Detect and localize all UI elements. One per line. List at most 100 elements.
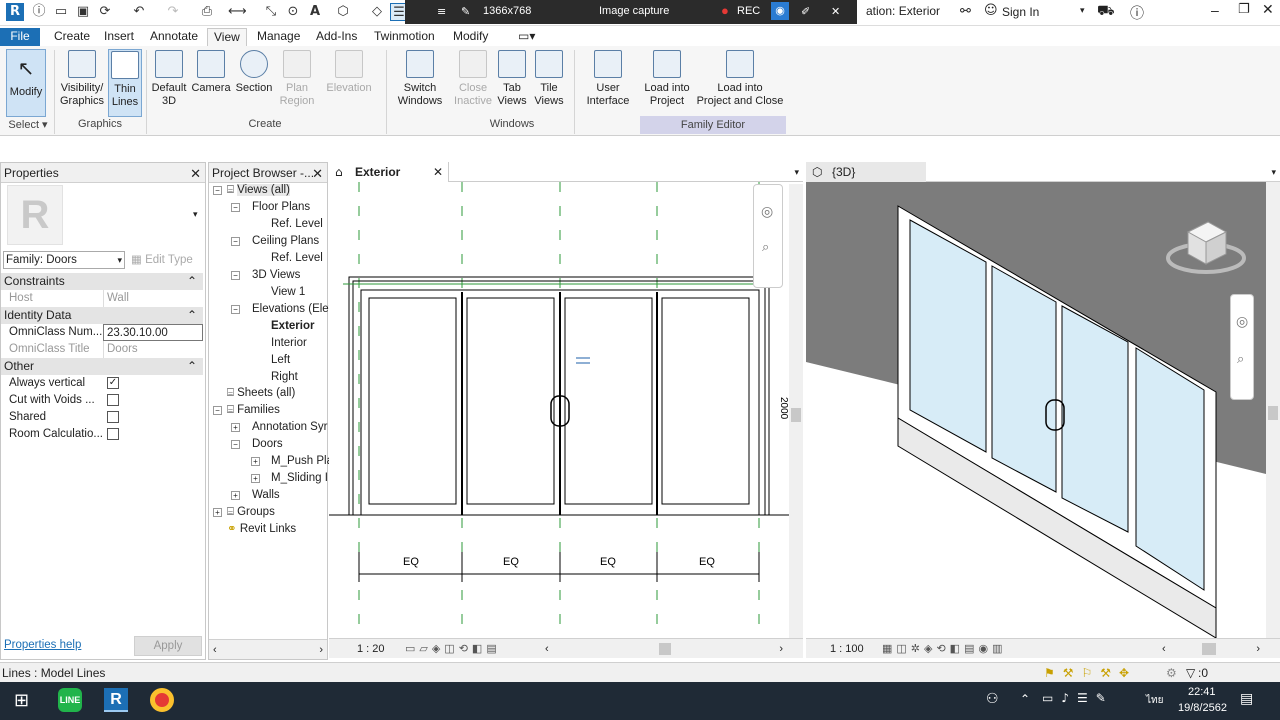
clock-time[interactable]: 22:41 — [1188, 686, 1216, 698]
cart-icon[interactable]: ⛟ — [1097, 3, 1115, 21]
revit-app-icon[interactable]: R — [104, 688, 128, 712]
collapse-icon[interactable]: ⌃ — [187, 273, 197, 290]
collapse-toggle-icon[interactable]: − — [231, 440, 240, 449]
collapse-toggle-icon[interactable]: − — [231, 237, 240, 246]
zoom-icon[interactable]: ⌕ — [1237, 351, 1244, 367]
gear-icon[interactable]: ⚙ — [1166, 663, 1177, 683]
tab-view[interactable]: View — [207, 28, 247, 46]
revit-logo-icon[interactable]: R — [6, 3, 24, 21]
scroll-left-icon[interactable]: ‹ — [545, 639, 549, 659]
collapse-toggle-icon[interactable]: − — [213, 406, 222, 415]
scroll-left-icon[interactable]: ‹ — [213, 640, 217, 660]
people-icon[interactable]: ⚇ — [986, 691, 999, 707]
family-type-select[interactable]: Family: Doors ▾ — [3, 251, 125, 269]
collapse-toggle-icon[interactable]: − — [231, 271, 240, 280]
pen-icon[interactable]: ✐ — [801, 5, 810, 18]
sync-icon[interactable]: ⟳ — [96, 3, 114, 21]
chevron-down-icon[interactable]: ▾ — [1080, 5, 1085, 16]
tree-revit-links[interactable]: ⚭ Revit Links — [227, 521, 296, 538]
viewcube[interactable] — [1166, 202, 1246, 282]
shared-checkbox[interactable] — [107, 411, 119, 423]
close-icon[interactable]: ✕ — [190, 165, 201, 185]
visibility-graphics-button[interactable]: Visibility/ Graphics — [58, 50, 106, 108]
steering-wheel-icon[interactable]: ◎ — [761, 203, 773, 220]
apply-button[interactable]: Apply — [134, 636, 202, 656]
open-icon[interactable]: ▭ — [52, 3, 70, 21]
cut-with-voids-checkbox[interactable] — [107, 394, 119, 406]
tab-twinmotion[interactable]: Twinmotion — [368, 28, 441, 46]
scroll-thumb[interactable] — [1202, 643, 1216, 655]
expand-toggle-icon[interactable]: + — [231, 491, 240, 500]
default-3d-button[interactable]: Default 3D — [150, 50, 188, 108]
close-window-icon[interactable]: ✕ — [1262, 2, 1274, 18]
tree-families[interactable]: ⌸ Families — [227, 402, 280, 419]
minimize-icon[interactable]: – — [1211, 2, 1219, 18]
default-3d-icon[interactable]: ⬡ — [334, 3, 352, 21]
scroll-thumb[interactable] — [659, 643, 671, 655]
zoom-icon[interactable]: ⌕ — [762, 239, 769, 255]
vertical-scrollbar[interactable] — [1266, 182, 1280, 638]
tab-create[interactable]: Create — [48, 28, 96, 46]
scroll-thumb[interactable] — [1268, 406, 1278, 420]
scroll-right-icon[interactable]: › — [319, 640, 323, 660]
redo-icon[interactable]: ↷ — [164, 3, 182, 21]
capture-resolution[interactable]: 1366x768 — [483, 5, 531, 17]
tree-groups[interactable]: ⌸ Groups — [227, 504, 275, 521]
navigation-bar-3d[interactable]: ◎ ⌕ — [1230, 294, 1254, 400]
expand-toggle-icon[interactable]: + — [251, 457, 260, 466]
view-control-icons[interactable]: ▭▱◈◫⟲◧▤ — [405, 639, 501, 659]
tray-icons[interactable]: ▭♪☰✎ — [1042, 691, 1114, 705]
text-icon[interactable]: A — [306, 3, 324, 21]
close-capture-icon[interactable]: ✕ — [831, 5, 840, 18]
properties-help-link[interactable]: Properties help — [4, 639, 81, 651]
close-icon[interactable]: ✕ — [312, 165, 323, 185]
tab-exterior[interactable]: ⌂ Exterior ✕ — [329, 162, 449, 182]
vertical-scrollbar[interactable] — [789, 184, 803, 638]
tree-m-sliding[interactable]: M_Sliding I — [271, 470, 328, 487]
tree-views-all[interactable]: ⌸ Views (all) — [227, 182, 290, 199]
collapse-icon[interactable]: ⌃ — [187, 307, 197, 324]
collapse-toggle-icon[interactable]: − — [231, 203, 240, 212]
tab-file[interactable]: File — [0, 28, 40, 46]
scale-selector[interactable]: 1 : 100 — [830, 639, 864, 659]
filter-icon[interactable]: ▽ — [1186, 663, 1195, 683]
user-interface-button[interactable]: User Interface — [582, 50, 634, 108]
tree-interior[interactable]: Interior — [271, 335, 307, 352]
panel-toggle-icon[interactable]: ▭▾ — [512, 28, 541, 46]
collapse-icon[interactable]: ⌃ — [187, 358, 197, 375]
language-indicator[interactable]: ไทย — [1146, 693, 1163, 708]
tree-exterior[interactable]: Exterior — [271, 318, 314, 335]
load-into-project-button[interactable]: Load into Project — [640, 50, 694, 108]
tab-modify[interactable]: Modify — [447, 28, 494, 46]
tag-icon[interactable]: ⊙ — [284, 3, 302, 21]
tree-view-1[interactable]: View 1 — [271, 284, 305, 301]
tree-left[interactable]: Left — [271, 352, 290, 369]
elevation-button[interactable]: Elevation — [322, 50, 376, 95]
modify-button[interactable]: ↖ Modify — [6, 49, 46, 117]
switch-windows-button[interactable]: Switch Windows — [394, 50, 446, 108]
omniclass-number-field[interactable]: 23.30.10.00 — [103, 324, 203, 341]
save-icon[interactable]: ▣ — [74, 3, 92, 21]
viewcube-icon[interactable] — [1166, 202, 1246, 282]
expand-toggle-icon[interactable]: + — [213, 508, 222, 517]
section-other[interactable]: Other ⌃ — [1, 358, 203, 375]
tree-ceiling-plans[interactable]: Ceiling Plans — [252, 233, 319, 250]
selection-filter-icons[interactable]: ⚑⚒⚐⚒✥ — [1044, 663, 1137, 683]
chevron-down-icon[interactable]: ▾ — [1271, 162, 1276, 182]
scroll-right-icon[interactable]: › — [779, 639, 783, 659]
windows-start-icon[interactable]: ⊞ — [14, 690, 29, 711]
tile-views-button[interactable]: Tile Views — [532, 50, 566, 108]
tree-sheets[interactable]: ⌸ Sheets (all) — [227, 385, 295, 402]
load-into-project-close-button[interactable]: Load into Project and Close — [694, 50, 786, 108]
section-button[interactable]: Section — [234, 50, 274, 95]
thin-lines-button[interactable]: Thin Lines — [108, 49, 142, 117]
tree-m-push[interactable]: M_Push Pla — [271, 453, 333, 470]
select-dropdown[interactable]: Select ▾ — [6, 118, 50, 131]
help-icon[interactable]: ⓘ — [1130, 3, 1144, 23]
info-icon[interactable]: ⓘ — [30, 3, 48, 21]
restore-icon[interactable]: ❐ — [1238, 2, 1250, 17]
chevron-down-icon[interactable]: ▾ — [193, 209, 198, 220]
chrome-app-icon[interactable] — [150, 688, 174, 712]
undo-icon[interactable]: ↶ — [130, 3, 148, 21]
section-icon[interactable]: ◇ — [368, 3, 386, 21]
